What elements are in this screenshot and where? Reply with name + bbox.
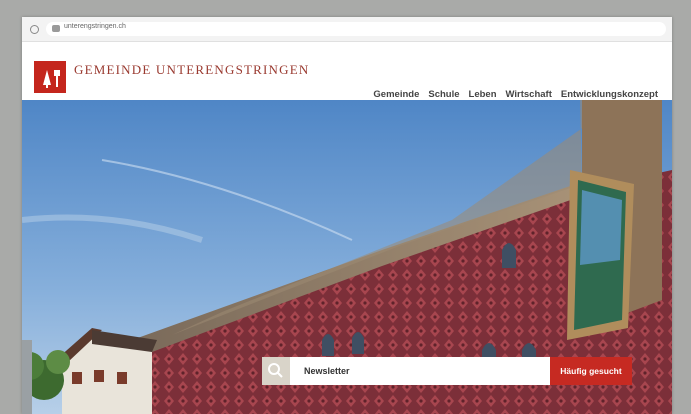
coat-of-arms-icon (43, 70, 60, 88)
search-input[interactable]: Newsletter (290, 357, 550, 385)
reload-icon[interactable] (30, 25, 39, 34)
nav-item-leben[interactable]: Leben (469, 89, 497, 100)
nav-item-gemeinde[interactable]: Gemeinde (373, 89, 419, 100)
hero-image: Newsletter Häufig gesucht (22, 100, 672, 414)
frequent-searches-button[interactable]: Häufig gesucht (550, 357, 632, 385)
nav-item-schule[interactable]: Schule (428, 89, 459, 100)
search-icon[interactable] (262, 357, 290, 385)
nav-item-entwicklungskonzept[interactable]: Entwicklungskonzept (561, 89, 658, 100)
browser-address-bar: unterengstringen.ch (22, 17, 672, 42)
nav-item-wirtschaft[interactable]: Wirtschaft (506, 89, 552, 100)
search-bar: Newsletter Häufig gesucht (262, 357, 632, 385)
municipality-logo[interactable] (34, 61, 66, 93)
site-header: Gemeinde Unterengstringen Gemeinde Schul… (22, 42, 672, 100)
browser-window: unterengstringen.ch Gemeinde Unterengstr… (22, 17, 672, 414)
main-nav: Gemeinde Schule Leben Wirtschaft Entwick… (373, 89, 658, 100)
site-name[interactable]: Gemeinde Unterengstringen (74, 62, 309, 78)
url-text[interactable]: unterengstringen.ch (64, 23, 126, 30)
url-field[interactable] (46, 22, 666, 36)
lock-icon (52, 25, 60, 32)
